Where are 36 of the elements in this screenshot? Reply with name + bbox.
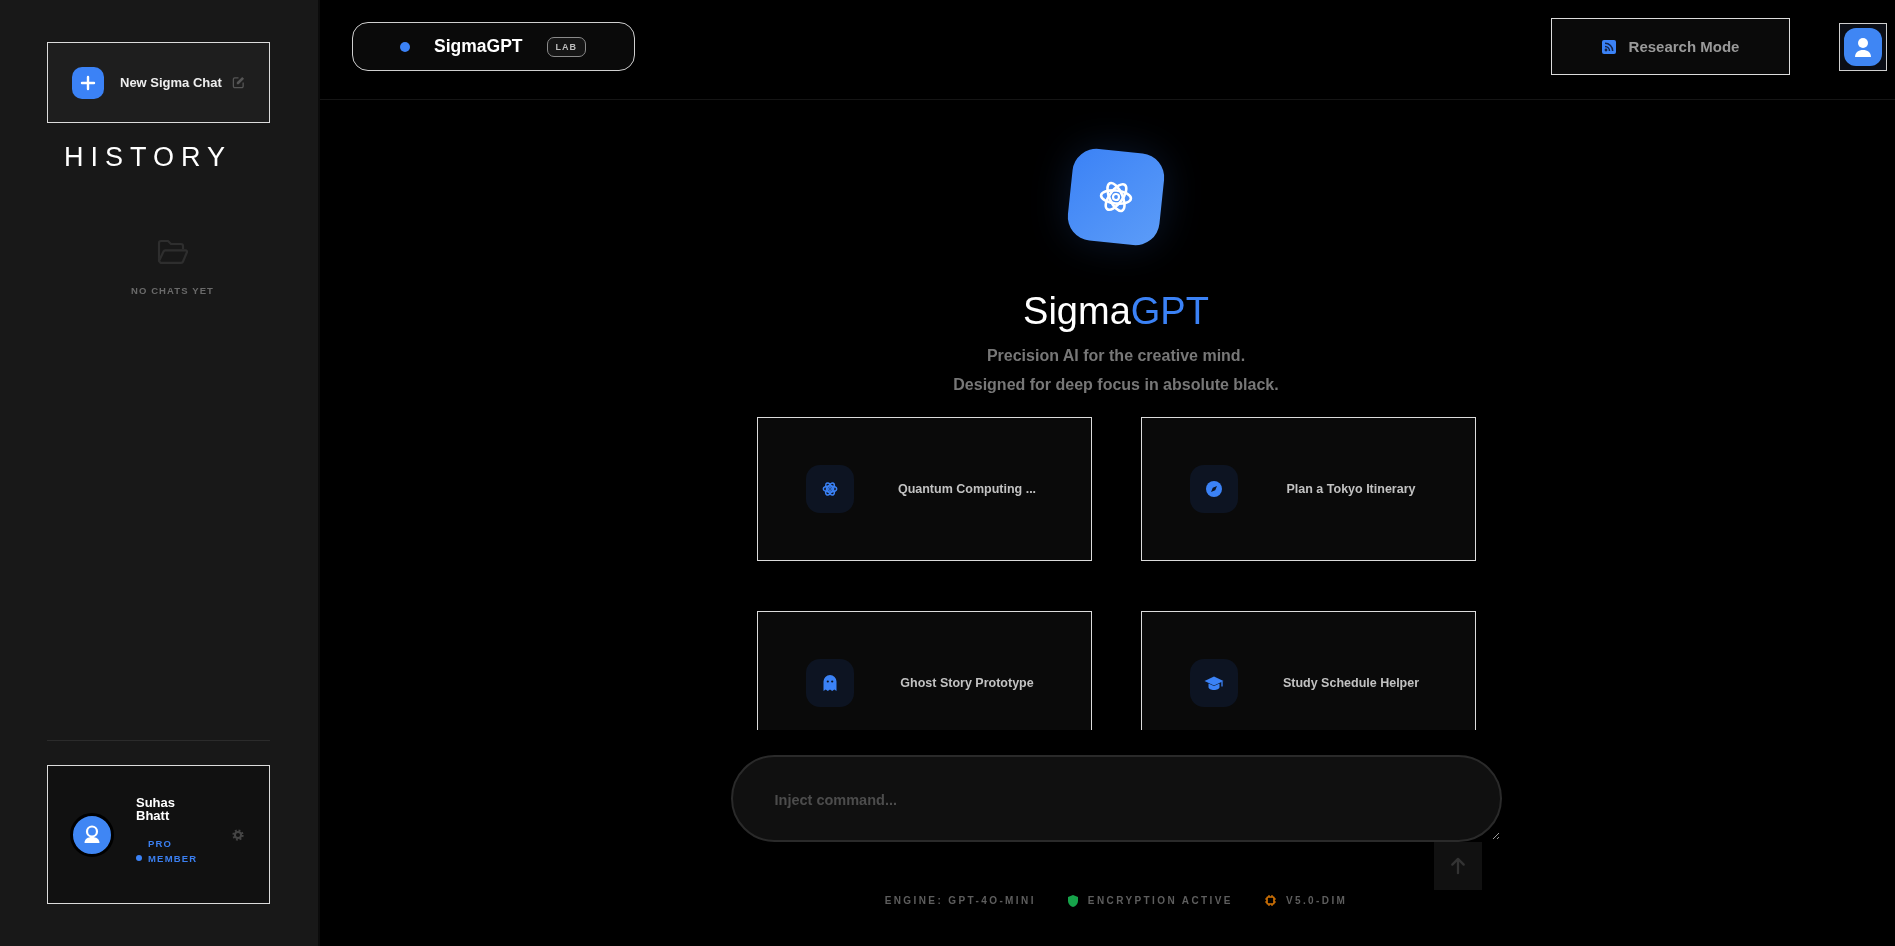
suggestion-card[interactable]: Quantum Computing ...	[756, 417, 1092, 561]
status-text: V5.0-DIM	[1285, 894, 1348, 907]
empty-state-text: NO CHATS YET	[130, 285, 215, 297]
user-name: Suhas Bhatt	[136, 795, 176, 822]
graduation-cap-icon	[1189, 659, 1238, 707]
suggestion-card[interactable]: Study Schedule Helper	[1140, 611, 1476, 730]
new-chat-button[interactable]: New Sigma Chat	[47, 42, 270, 123]
chip-icon	[1264, 895, 1276, 906]
history-heading: HISTORY	[63, 141, 233, 173]
dot-icon	[400, 41, 410, 52]
suggestion-card[interactable]: Plan a Tokyo Itinerary	[1140, 417, 1476, 561]
settings-icon[interactable]	[232, 828, 244, 841]
research-mode-button[interactable]: Research Mode	[1551, 18, 1790, 75]
edit-icon	[231, 76, 245, 89]
rss-icon	[1601, 39, 1616, 54]
compass-icon	[1189, 465, 1238, 513]
tagline-text: Designed for deep focus in absolute black.	[953, 375, 1279, 395]
status-text: ENGINE: GPT-4O-MINI	[884, 894, 1036, 907]
atom-icon	[805, 465, 854, 513]
ghost-icon	[805, 659, 854, 707]
shield-icon	[1067, 894, 1078, 907]
send-button[interactable]	[1433, 842, 1482, 890]
lab-badge: LAB	[546, 36, 586, 57]
brand-name: SigmaGPT	[434, 36, 523, 57]
plus-icon	[72, 66, 104, 99]
suggestion-card[interactable]: Ghost Story Prototype	[756, 611, 1092, 730]
tagline-text: Precision AI for the creative mind.	[986, 346, 1246, 366]
command-input[interactable]: Inject command...	[730, 755, 1502, 842]
app-title: SigmaGPT	[1023, 289, 1209, 334]
profile-button[interactable]	[1839, 22, 1887, 71]
user-icon	[1844, 27, 1882, 66]
arrow-up-icon	[1448, 856, 1467, 876]
avatar-icon	[70, 812, 114, 857]
membership-label: PRO MEMBER	[148, 836, 199, 866]
dot-icon	[136, 854, 142, 861]
status-text: ENCRYPTION ACTIVE	[1087, 894, 1233, 907]
